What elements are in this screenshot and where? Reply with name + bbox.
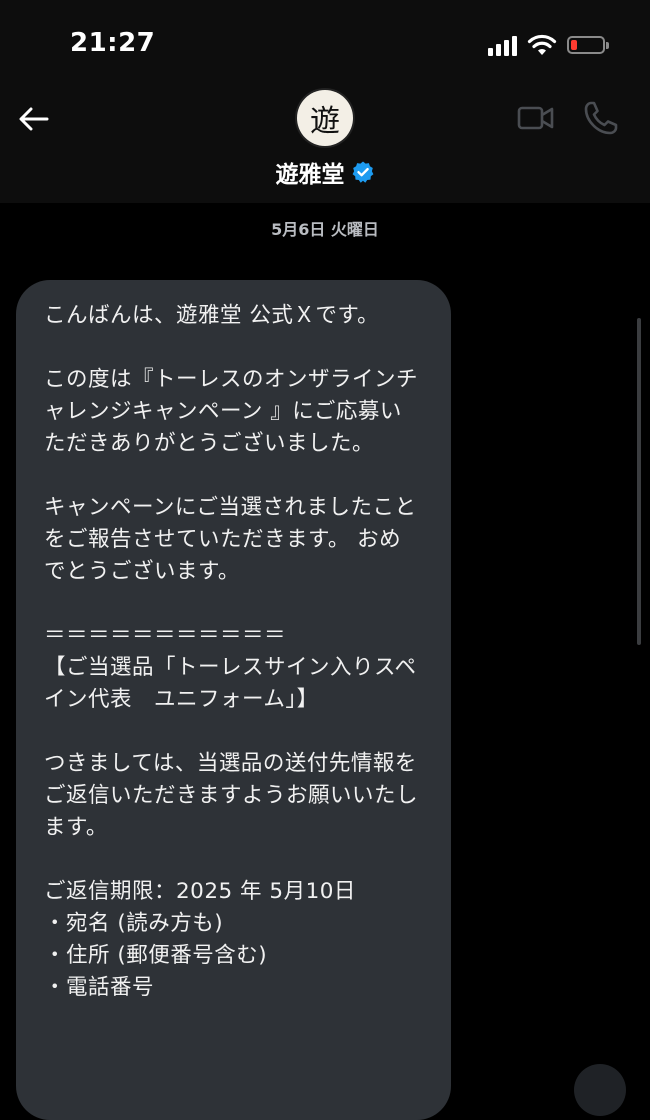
back-arrow-icon[interactable] [16,101,52,137]
verified-badge-icon [352,161,373,183]
phone-icon[interactable] [582,99,620,137]
cellular-signal-icon [488,34,517,56]
message-text: こんばんは、遊雅堂 公式Ｘです。 この度は『トーレスのオンザラインチャレンジキャ… [44,303,419,1000]
status-time: 21:27 [70,28,156,58]
status-icons [488,32,609,58]
scrollbar[interactable] [637,318,641,645]
avatar-logo: 遊 [310,104,340,139]
contact-name: 遊雅堂 [275,162,345,188]
contact-name-row[interactable]: 遊雅堂 [0,155,650,189]
video-call-icon[interactable] [517,100,555,136]
date-separator: 5月6日 火曜日 [271,220,379,239]
battery-level-fill [571,40,577,50]
message-bubble-incoming[interactable]: こんばんは、遊雅堂 公式Ｘです。 この度は『トーレスのオンザラインチャレンジキャ… [16,280,451,1120]
scroll-down-button[interactable] [574,1064,626,1116]
battery-icon [567,36,609,54]
status-bar: 21:27 [0,0,650,85]
avatar[interactable]: 遊 [297,90,353,146]
wifi-icon [527,34,557,55]
conversation-header: 遊 遊雅堂 [0,85,650,203]
